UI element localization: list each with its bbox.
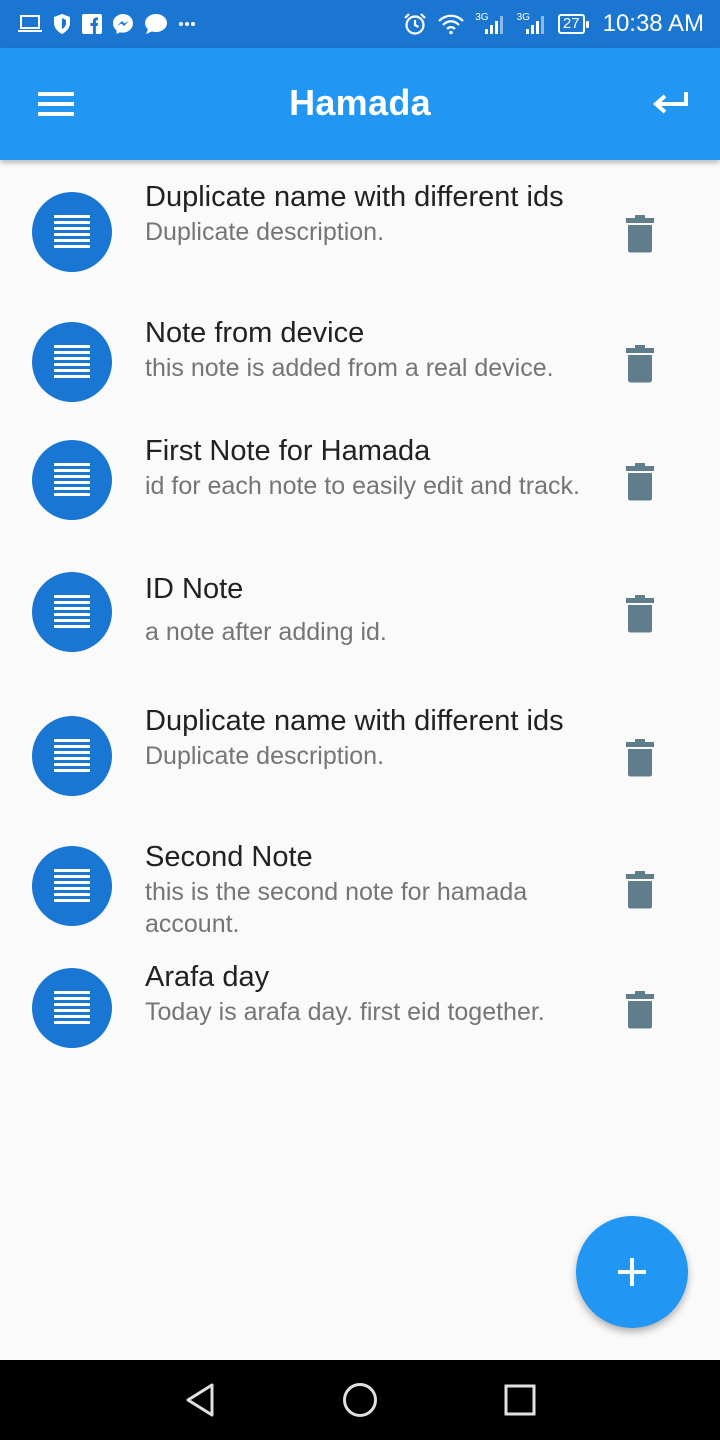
trash-icon [626,595,654,633]
facebook-icon [82,12,102,36]
network-type-label: 3G [516,11,530,23]
app-bar: Hamada [0,48,720,160]
status-system: 3G 3G 27 10:38 AM [403,10,704,38]
note-description: id for each note to easily edit and trac… [145,472,580,500]
network-type-label: 3G [475,11,489,23]
note-text: First Note for Hamada id for each note t… [145,432,585,502]
trash-icon [626,991,654,1029]
alarm-icon [403,12,427,36]
note-avatar [32,192,112,272]
home-circle-icon [343,1383,377,1417]
nav-home-button[interactable] [340,1380,380,1420]
note-title: Duplicate name with different ids [145,181,564,213]
delete-button[interactable] [620,988,660,1032]
laptop-icon [18,12,42,36]
note-lines-icon [54,463,90,496]
note-avatar [32,968,112,1048]
note-lines-icon [54,991,90,1024]
note-text: ID Note a note after adding id. [145,570,585,648]
note-lines-icon [54,869,90,902]
note-description: this note is added from a real device. [145,354,554,382]
note-description: Duplicate description. [145,742,385,770]
clock: 10:38 AM [602,10,704,37]
plus-icon [618,1258,646,1286]
status-bar: 3G 3G 27 10:38 AM [0,0,720,48]
trash-icon [626,345,654,383]
wifi-icon [437,12,465,36]
shield-icon [52,12,72,36]
note-title: ID Note [145,573,244,605]
trash-icon [626,871,654,909]
note-avatar [32,322,112,402]
note-avatar [32,440,112,520]
page-title: Hamada [289,82,431,123]
recents-square-icon [504,1384,536,1416]
note-avatar [32,716,112,796]
note-avatar [32,572,112,652]
note-text: Note from device this note is added from… [145,314,585,384]
note-title: Note from device [145,317,365,349]
note-title: Duplicate name with different ids [145,705,564,737]
note-description: this is the second note for hamada accou… [145,878,528,938]
trash-icon [626,215,654,253]
note-lines-icon [54,345,90,378]
more-icon [178,12,196,36]
return-icon [652,92,688,114]
note-lines-icon [54,739,90,772]
note-text: Second Note this is the second note for … [145,838,585,940]
note-title: First Note for Hamada [145,435,431,467]
signal-icon: 3G [475,12,506,36]
delete-button[interactable] [620,460,660,504]
note-lines-icon [54,215,90,248]
note-description: Duplicate description. [145,218,385,246]
navigation-bar [0,1360,720,1440]
delete-button[interactable] [620,868,660,912]
trash-icon [626,739,654,777]
note-lines-icon [54,595,90,628]
status-notifications [18,12,196,36]
nav-back-button[interactable] [180,1380,220,1420]
note-description: Today is arafa day. first eid together. [145,998,545,1026]
back-triangle-icon [186,1383,214,1417]
nav-recents-button[interactable] [500,1380,540,1420]
note-title: Second Note [145,841,313,873]
note-text: Arafa day Today is arafa day. first eid … [145,958,585,1028]
delete-button[interactable] [620,592,660,636]
messenger-icon [112,12,134,36]
trash-icon [626,463,654,501]
signal-icon: 3G [517,12,548,36]
battery-level: 27 [562,15,580,32]
delete-button[interactable] [620,736,660,780]
note-title: Arafa day [145,961,270,993]
note-text: Duplicate name with different ids Duplic… [145,702,585,772]
delete-button[interactable] [620,342,660,386]
note-avatar [32,846,112,926]
add-note-button[interactable] [576,1216,688,1328]
note-text: Duplicate name with different ids Duplic… [145,178,585,248]
chat-icon [144,12,168,36]
battery-icon: 27 [557,14,589,34]
note-description: a note after adding id. [145,618,387,646]
delete-button[interactable] [620,212,660,256]
return-button[interactable] [642,84,698,124]
